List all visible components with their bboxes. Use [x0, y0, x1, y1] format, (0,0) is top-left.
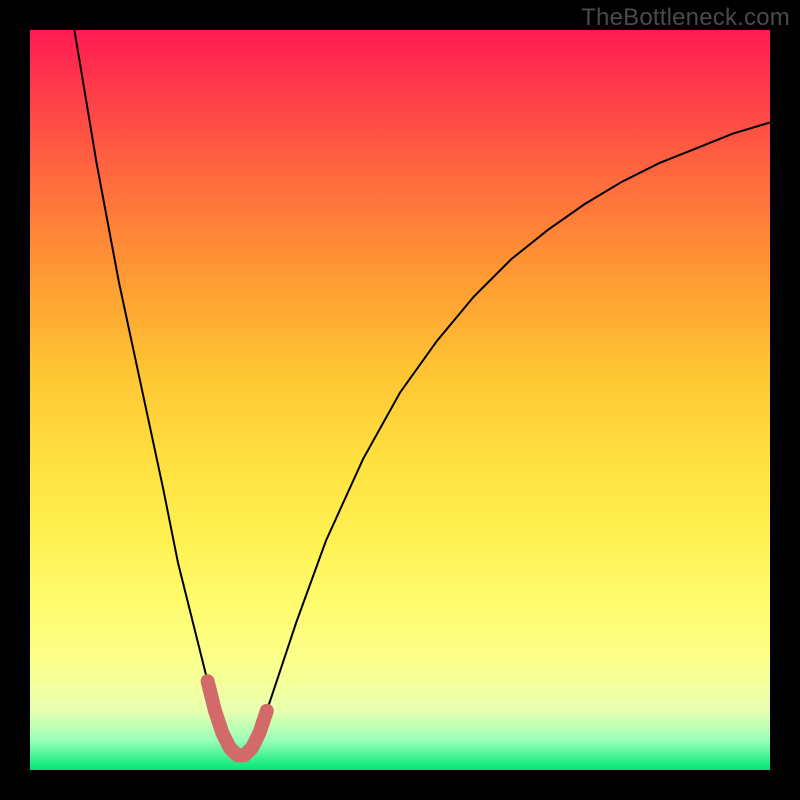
optimal-range-highlight	[208, 681, 267, 755]
chart-gradient-area	[30, 30, 770, 770]
chart-svg	[30, 30, 770, 770]
bottleneck-curve	[74, 30, 770, 755]
watermark-text: TheBottleneck.com	[581, 4, 790, 32]
